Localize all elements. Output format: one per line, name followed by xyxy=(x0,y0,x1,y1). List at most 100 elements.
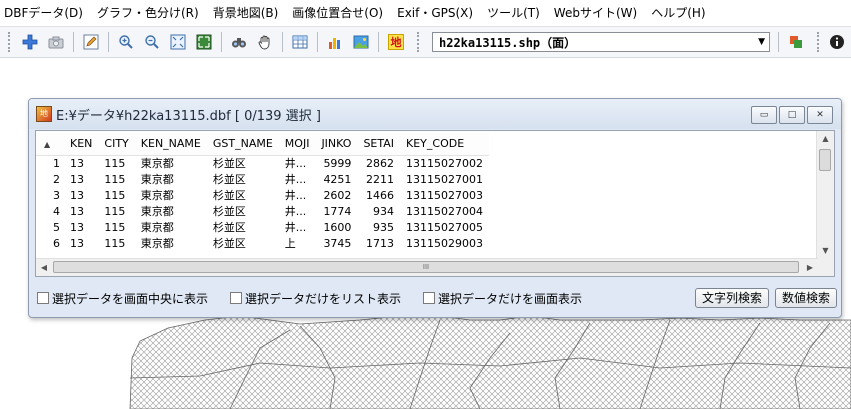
menu-tools[interactable]: ツール(T) xyxy=(480,0,547,26)
table-cell: 115 xyxy=(104,173,126,186)
menu-help[interactable]: ヘルプ(H) xyxy=(644,0,712,26)
zoom-in-icon[interactable] xyxy=(115,31,137,53)
text-search-button[interactable]: 文字列検索 xyxy=(694,288,769,308)
scroll-right-icon[interactable]: ▶ xyxy=(802,259,818,276)
table-cell: 2862 xyxy=(366,157,395,170)
maximize-button[interactable]: □ xyxy=(779,106,805,124)
fit-extent-icon[interactable] xyxy=(167,31,189,53)
horizontal-scrollbar[interactable]: ◀ III ▶ xyxy=(36,258,818,276)
vertical-scroll-thumb[interactable] xyxy=(819,149,831,171)
find-binoculars-icon[interactable] xyxy=(228,31,250,53)
column-header[interactable]: KEN_NAME xyxy=(134,131,207,156)
column-header[interactable]: KEY_CODE xyxy=(400,131,489,156)
table-row[interactable]: 2 13 115 東京都 杉並区 井... 4251 2211 13115027… xyxy=(36,172,489,188)
scroll-grip-icon: III xyxy=(422,263,430,271)
menu-dbf-data[interactable]: DBFデータ(D) xyxy=(0,0,90,26)
camera-icon[interactable] xyxy=(45,31,67,53)
toolbar-grip[interactable] xyxy=(817,32,822,52)
table-row[interactable]: 5 13 115 東京都 杉並区 井... 1600 935 131150270… xyxy=(36,220,489,236)
horizontal-scroll-thumb[interactable]: III xyxy=(53,261,799,273)
table-cell: 13115027003 xyxy=(406,189,483,202)
toolbar-separator xyxy=(282,32,283,52)
attribute-table[interactable]: ▲ KEN CITY KEN_NAME GST_NAME MOJI JINKO … xyxy=(35,130,835,277)
table-cell: 井... xyxy=(284,221,307,234)
search-buttons: 文字列検索 数値検索 xyxy=(689,288,837,308)
scroll-down-icon[interactable]: ▼ xyxy=(817,243,834,259)
table-cell: 13 xyxy=(70,189,84,202)
column-header[interactable]: KEN xyxy=(64,131,99,156)
option-center-selected[interactable]: 選択データを画面中央に表示 xyxy=(37,290,208,307)
menu-website[interactable]: Webサイト(W) xyxy=(547,0,644,26)
table-cell: 井... xyxy=(284,157,307,170)
toolbar-grip[interactable] xyxy=(8,32,13,52)
table-cell: 杉並区 xyxy=(212,221,246,234)
menu-exif-gps[interactable]: Exif・GPS(X) xyxy=(390,0,480,26)
image-icon[interactable] xyxy=(350,31,372,53)
option-list-selected-only[interactable]: 選択データだけをリスト表示 xyxy=(230,290,401,307)
table-cell: 115 xyxy=(104,221,126,234)
table-row[interactable]: 6 13 115 東京都 杉並区 上 3745 1713 13115029003 xyxy=(36,236,489,252)
checkbox[interactable] xyxy=(37,292,49,304)
checkbox[interactable] xyxy=(230,292,243,304)
table-cell: 東京都 xyxy=(140,221,174,234)
column-header[interactable]: GST_NAME xyxy=(206,131,279,156)
table-cell: 杉並区 xyxy=(212,189,246,202)
column-header[interactable]: CITY xyxy=(98,131,135,156)
toolbar-grip[interactable] xyxy=(417,32,422,52)
menu-graph-color[interactable]: グラフ・色分け(R) xyxy=(90,0,206,26)
zoom-out-icon[interactable] xyxy=(141,31,163,53)
table-cell: 井... xyxy=(284,205,307,218)
table-cell: 13115027001 xyxy=(406,173,483,186)
sort-column-header[interactable]: ▲ xyxy=(36,131,64,156)
checkbox[interactable] xyxy=(423,292,436,304)
menu-background-map[interactable]: 背景地図(B) xyxy=(206,0,286,26)
table-cell: 杉並区 xyxy=(212,173,246,186)
scroll-up-icon[interactable]: ▲ xyxy=(817,131,834,147)
menu-image-align[interactable]: 画像位置合せ(O) xyxy=(285,0,390,26)
table-cell: 東京都 xyxy=(140,205,174,218)
table-view-icon[interactable] xyxy=(289,31,311,53)
table-cell: 上 xyxy=(284,237,296,250)
table-row[interactable]: 4 13 115 東京都 杉並区 井... 1774 934 131150270… xyxy=(36,204,489,220)
table-cell: 杉並区 xyxy=(212,157,246,170)
layers-icon[interactable] xyxy=(785,31,807,53)
toolbar-separator xyxy=(221,32,222,52)
map-label-icon-text: 地 xyxy=(388,34,404,50)
attribute-table-grid: ▲ KEN CITY KEN_NAME GST_NAME MOJI JINKO … xyxy=(36,131,489,252)
chevron-down-icon[interactable]: ▼ xyxy=(758,37,765,47)
toolbar-separator xyxy=(73,32,74,52)
scrollbar-corner xyxy=(817,259,834,276)
column-header[interactable]: JINKO xyxy=(315,131,358,156)
vertical-scrollbar[interactable]: ▲ ▼ xyxy=(816,131,834,259)
table-cell: 13115027002 xyxy=(406,157,483,170)
column-header[interactable]: MOJI xyxy=(278,131,316,156)
table-cell: 井... xyxy=(284,189,307,202)
table-row[interactable]: 1 13 115 東京都 杉並区 井... 5999 2862 13115027… xyxy=(36,156,489,173)
checkbox-label: 選択データだけを画面表示 xyxy=(438,291,583,306)
minimize-button[interactable]: ▭ xyxy=(751,106,777,124)
table-cell: 東京都 xyxy=(140,189,174,202)
full-extent-icon[interactable] xyxy=(193,31,215,53)
map-label-icon[interactable]: 地 xyxy=(385,31,407,53)
scroll-left-icon[interactable]: ◀ xyxy=(36,259,52,276)
window-titlebar[interactable]: 地 E:¥データ¥h22ka13115.dbf [ 0/139 選択 ] ▭ □… xyxy=(29,99,841,129)
layer-select-value: h22ka13115.shp（面） xyxy=(439,35,577,50)
add-layer-icon[interactable] xyxy=(19,31,41,53)
numeric-search-button[interactable]: 数値検索 xyxy=(774,288,837,308)
layer-select[interactable]: h22ka13115.shp（面） ▼ xyxy=(432,32,770,52)
column-header[interactable]: SETAI xyxy=(357,131,401,156)
table-row[interactable]: 3 13 115 東京都 杉並区 井... 2602 1466 13115027… xyxy=(36,188,489,204)
info-icon[interactable] xyxy=(826,31,848,53)
table-cell: 115 xyxy=(104,157,126,170)
dbf-table-window[interactable]: 地 E:¥データ¥h22ka13115.dbf [ 0/139 選択 ] ▭ □… xyxy=(28,98,842,318)
bar-chart-icon[interactable] xyxy=(324,31,346,53)
sort-ascending-icon: ▲ xyxy=(44,139,51,149)
option-show-selected-only[interactable]: 選択データだけを画面表示 xyxy=(423,290,582,307)
table-cell: 東京都 xyxy=(140,157,174,170)
table-cell: 東京都 xyxy=(140,173,174,186)
pan-hand-icon[interactable] xyxy=(254,31,276,53)
table-cell: 13 xyxy=(70,237,84,250)
close-button[interactable]: ✕ xyxy=(807,106,833,124)
edit-icon[interactable] xyxy=(80,31,102,53)
table-cell: 13115029003 xyxy=(406,237,483,250)
